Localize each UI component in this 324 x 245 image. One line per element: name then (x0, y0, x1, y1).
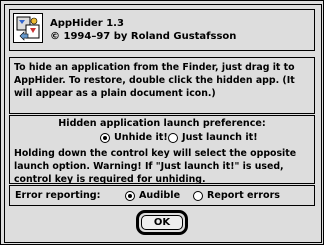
copyright-text: © 1994–97 by Roland Gustafsson (50, 31, 237, 42)
info-section: To hide an application from the Finder, … (9, 57, 315, 114)
radio-just-launch-label: Just launch it! (182, 132, 258, 143)
default-button-ring: OK (136, 210, 188, 235)
header-section: AppHider 1.3 © 1994–97 by Roland Gustafs… (9, 9, 315, 51)
radio-report-errors-label: Report errors (207, 190, 281, 201)
radio-unselected-icon (193, 191, 203, 201)
radio-unselected-icon (168, 133, 178, 143)
app-name: AppHider 1.3 (50, 18, 124, 29)
instructions-text: To hide an application from the Finder, … (14, 62, 295, 99)
ok-button[interactable]: OK (141, 215, 183, 230)
dialog-content: AppHider 1.3 © 1994–97 by Roland Gustafs… (4, 4, 322, 243)
radio-audible[interactable]: Audible (125, 190, 180, 202)
apphider-app-icon (13, 13, 43, 43)
radio-unhide-it[interactable]: Unhide it! (100, 132, 168, 144)
radio-unhide-label: Unhide it! (114, 132, 168, 143)
launch-preference-section: Hidden application launch preference: Un… (9, 115, 315, 185)
control-key-warning: Holding down the control key will select… (14, 148, 297, 185)
radio-audible-label: Audible (139, 190, 181, 201)
radio-just-launch-it[interactable]: Just launch it! (168, 132, 258, 144)
radio-selected-icon (125, 191, 135, 201)
radio-selected-icon (100, 133, 110, 143)
launch-preference-heading: Hidden application launch preference: (58, 118, 266, 129)
apphider-dialog: AppHider 1.3 © 1994–97 by Roland Gustafs… (0, 0, 324, 245)
error-reporting-section: Error reporting: Audible Report errors (9, 185, 315, 206)
radio-report-errors[interactable]: Report errors (193, 190, 280, 202)
error-reporting-label: Error reporting: (15, 190, 101, 201)
